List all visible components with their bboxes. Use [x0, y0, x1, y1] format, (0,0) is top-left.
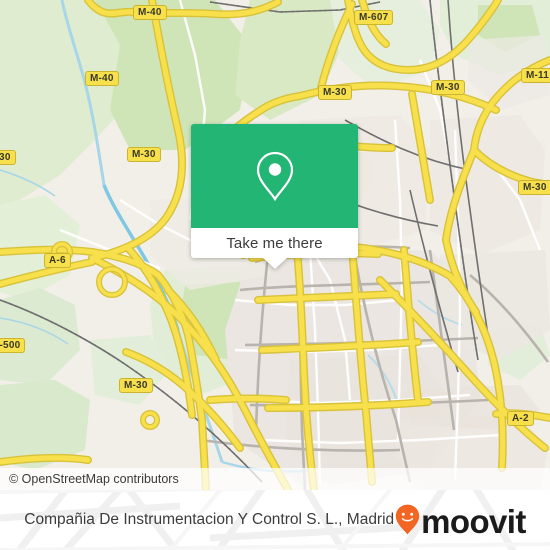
map-canvas[interactable]: M-40 M-607 M-40 M-30 M-30 M-11 M-30 M-30… — [0, 0, 550, 490]
map-pin-icon — [256, 151, 293, 202]
highway-shield: M-30 — [119, 378, 153, 393]
highway-shield: M-40 — [133, 5, 167, 20]
popup-pointer-tail — [262, 258, 287, 269]
highway-shield: M-30 — [318, 85, 352, 100]
place-city-text: Madrid — [346, 511, 395, 528]
location-popup-card[interactable]: Take me there — [191, 124, 358, 269]
highway-shield: M-500 — [0, 338, 26, 353]
take-me-there-label: Take me there — [226, 234, 323, 252]
highway-shield: M-30 — [518, 180, 550, 195]
highway-shield: M-30 — [431, 80, 465, 95]
footer-bar: Compañia De Instrumentacion Y Control S.… — [0, 490, 550, 550]
highway-shield: M-30 — [0, 150, 16, 165]
highway-shield: M-11 — [521, 68, 550, 83]
highway-shield: A-2 — [507, 411, 534, 426]
moovit-map-screenshot: M-40 M-607 M-40 M-30 M-30 M-11 M-30 M-30… — [0, 0, 550, 550]
osm-attribution-text[interactable]: © OpenStreetMap contributors — [0, 472, 179, 486]
moovit-wordmark: moovit — [421, 502, 526, 540]
footer-content: Compañia De Instrumentacion Y Control S.… — [0, 490, 550, 550]
highway-shield: A-6 — [44, 253, 71, 268]
moovit-logo[interactable]: moovit — [395, 502, 526, 540]
map-attribution-bar: © OpenStreetMap contributors — [0, 468, 550, 490]
popup-footer[interactable]: Take me there — [191, 228, 358, 269]
highway-shield: M-40 — [85, 71, 119, 86]
moovit-smiley-pin-icon — [395, 504, 420, 534]
highway-shield: M-30 — [127, 147, 161, 162]
highway-shield: M-607 — [354, 10, 394, 25]
place-name-separator: , — [338, 511, 347, 528]
popup-header — [191, 124, 358, 228]
place-name-label: Compañia De Instrumentacion Y Control S.… — [24, 511, 394, 529]
place-name-text: Compañia De Instrumentacion Y Control S.… — [24, 511, 339, 528]
